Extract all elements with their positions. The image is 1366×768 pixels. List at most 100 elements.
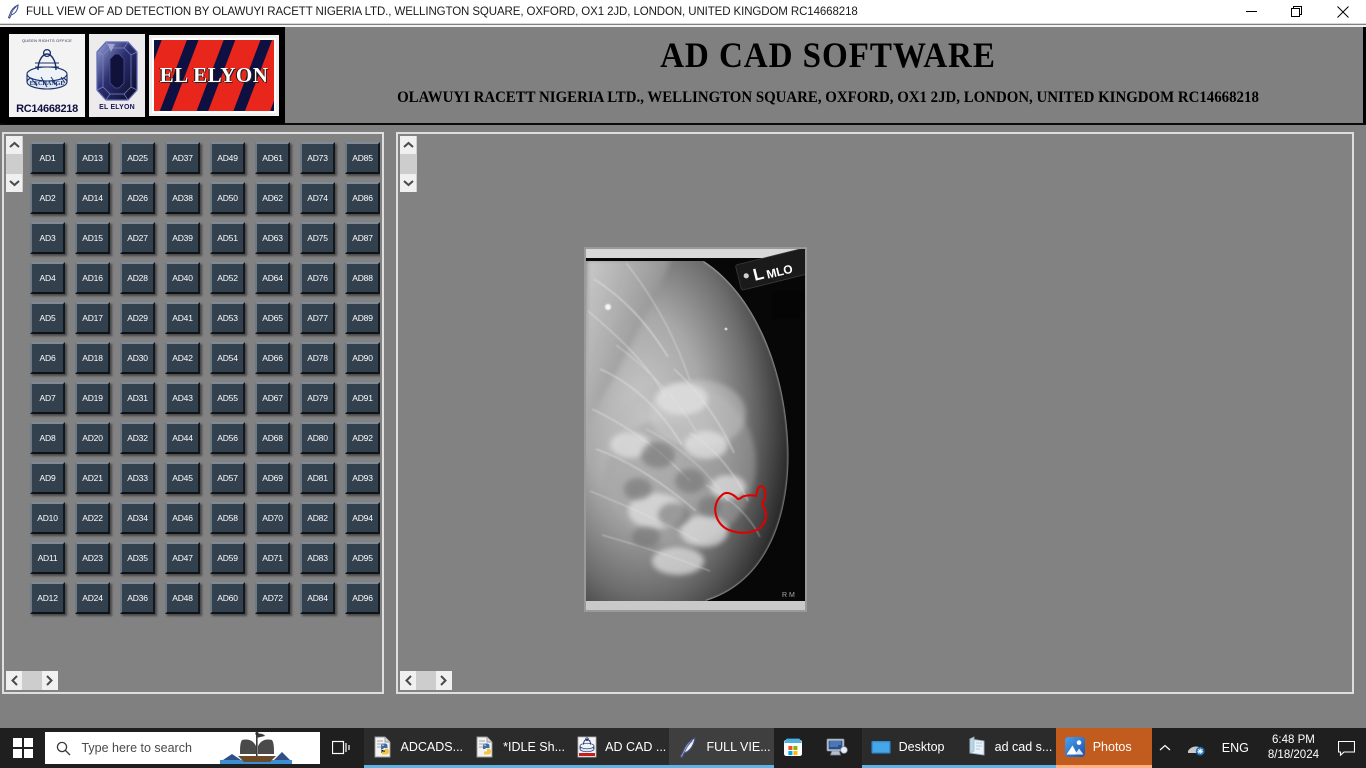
taskbar-app-ad-cad-s[interactable]: ad cad s... (957, 728, 1056, 768)
left-panel-horizontal-scrollbar[interactable] (6, 671, 58, 690)
ad-button-ad6[interactable]: AD6 (30, 342, 65, 374)
taskbar-app-adcads[interactable]: ADCADS... (363, 728, 467, 768)
ad-button-ad33[interactable]: AD33 (120, 462, 155, 494)
ad-button-ad9[interactable]: AD9 (30, 462, 65, 494)
ad-button-ad42[interactable]: AD42 (165, 342, 200, 374)
ad-button-ad37[interactable]: AD37 (165, 142, 200, 174)
ad-button-ad61[interactable]: AD61 (255, 142, 290, 174)
taskbar-clock[interactable]: 6:48 PM 8/18/2024 (1258, 728, 1329, 768)
ad-button-ad76[interactable]: AD76 (300, 262, 335, 294)
ad-button-ad74[interactable]: AD74 (300, 182, 335, 214)
ad-button-ad28[interactable]: AD28 (120, 262, 155, 294)
ad-button-ad12[interactable]: AD12 (30, 582, 65, 614)
ad-button-ad10[interactable]: AD10 (30, 502, 65, 534)
taskbar-app-desktop[interactable]: Desktop (861, 728, 958, 768)
ad-button-ad29[interactable]: AD29 (120, 302, 155, 334)
ad-button-ad93[interactable]: AD93 (345, 462, 380, 494)
chevron-right-icon[interactable] (42, 672, 58, 690)
ad-button-ad50[interactable]: AD50 (210, 182, 245, 214)
ad-button-ad20[interactable]: AD20 (75, 422, 110, 454)
ad-button-ad31[interactable]: AD31 (120, 382, 155, 414)
restore-button[interactable] (1274, 0, 1320, 24)
ad-button-ad57[interactable]: AD57 (210, 462, 245, 494)
chevron-up-icon[interactable] (6, 136, 23, 154)
ad-button-ad3[interactable]: AD3 (30, 222, 65, 254)
ad-button-ad22[interactable]: AD22 (75, 502, 110, 534)
ad-button-ad32[interactable]: AD32 (120, 422, 155, 454)
ad-button-ad66[interactable]: AD66 (255, 342, 290, 374)
ad-button-ad56[interactable]: AD56 (210, 422, 245, 454)
ad-button-ad51[interactable]: AD51 (210, 222, 245, 254)
chevron-down-icon[interactable] (400, 174, 417, 192)
minimize-button[interactable] (1228, 0, 1274, 24)
ad-button-ad48[interactable]: AD48 (165, 582, 200, 614)
taskbar-app-ad-cad[interactable]: AD CAD ... (568, 728, 670, 768)
task-view-icon[interactable] (320, 728, 364, 768)
ad-button-ad52[interactable]: AD52 (210, 262, 245, 294)
ad-button-ad47[interactable]: AD47 (165, 542, 200, 574)
ad-button-ad75[interactable]: AD75 (300, 222, 335, 254)
ad-button-ad80[interactable]: AD80 (300, 422, 335, 454)
ad-button-ad87[interactable]: AD87 (345, 222, 380, 254)
ad-button-ad40[interactable]: AD40 (165, 262, 200, 294)
ad-button-ad13[interactable]: AD13 (75, 142, 110, 174)
search-input[interactable]: Type here to search (45, 732, 320, 764)
language-indicator[interactable]: ENG (1215, 728, 1256, 768)
ad-button-ad62[interactable]: AD62 (255, 182, 290, 214)
ad-button-ad77[interactable]: AD77 (300, 302, 335, 334)
taskbar-app-full-view[interactable]: FULL VIE... (669, 728, 774, 768)
chevron-left-icon[interactable] (400, 672, 416, 690)
taskbar-app-microsoft-store[interactable] (774, 728, 818, 768)
ad-button-ad84[interactable]: AD84 (300, 582, 335, 614)
ad-button-ad17[interactable]: AD17 (75, 302, 110, 334)
ad-button-ad25[interactable]: AD25 (120, 142, 155, 174)
ad-button-ad38[interactable]: AD38 (165, 182, 200, 214)
ad-button-ad44[interactable]: AD44 (165, 422, 200, 454)
chevron-down-icon[interactable] (6, 174, 23, 192)
scroll-thumb[interactable] (22, 671, 42, 690)
ad-button-ad72[interactable]: AD72 (255, 582, 290, 614)
ad-button-ad92[interactable]: AD92 (345, 422, 380, 454)
ad-button-ad65[interactable]: AD65 (255, 302, 290, 334)
ad-button-ad16[interactable]: AD16 (75, 262, 110, 294)
taskbar-app-photos[interactable]: Photos (1055, 728, 1152, 768)
ad-button-ad90[interactable]: AD90 (345, 342, 380, 374)
ad-button-ad85[interactable]: AD85 (345, 142, 380, 174)
image-panel-vertical-scrollbar[interactable] (400, 136, 417, 192)
ad-button-ad81[interactable]: AD81 (300, 462, 335, 494)
ad-button-ad24[interactable]: AD24 (75, 582, 110, 614)
ad-button-ad11[interactable]: AD11 (30, 542, 65, 574)
ad-button-ad41[interactable]: AD41 (165, 302, 200, 334)
chevron-up-icon[interactable] (400, 136, 417, 154)
ad-button-ad36[interactable]: AD36 (120, 582, 155, 614)
ad-button-ad2[interactable]: AD2 (30, 182, 65, 214)
ad-button-ad34[interactable]: AD34 (120, 502, 155, 534)
ad-button-ad68[interactable]: AD68 (255, 422, 290, 454)
ad-button-ad30[interactable]: AD30 (120, 342, 155, 374)
ad-button-ad7[interactable]: AD7 (30, 382, 65, 414)
ad-button-ad88[interactable]: AD88 (345, 262, 380, 294)
ad-button-ad91[interactable]: AD91 (345, 382, 380, 414)
ad-button-ad15[interactable]: AD15 (75, 222, 110, 254)
ad-button-ad4[interactable]: AD4 (30, 262, 65, 294)
ad-button-ad21[interactable]: AD21 (75, 462, 110, 494)
ad-button-ad59[interactable]: AD59 (210, 542, 245, 574)
ad-button-ad73[interactable]: AD73 (300, 142, 335, 174)
taskbar-app-remote-desktop[interactable] (818, 728, 862, 768)
ad-button-ad64[interactable]: AD64 (255, 262, 290, 294)
close-button[interactable] (1320, 0, 1366, 24)
ad-button-ad71[interactable]: AD71 (255, 542, 290, 574)
ad-button-ad58[interactable]: AD58 (210, 502, 245, 534)
chevron-right-icon[interactable] (436, 672, 452, 690)
mammogram-image-container[interactable]: L MLO R M (584, 247, 807, 612)
ad-button-ad94[interactable]: AD94 (345, 502, 380, 534)
ad-button-ad79[interactable]: AD79 (300, 382, 335, 414)
ad-button-ad83[interactable]: AD83 (300, 542, 335, 574)
ad-button-ad96[interactable]: AD96 (345, 582, 380, 614)
left-panel-vertical-scrollbar[interactable] (6, 136, 23, 192)
ad-button-ad46[interactable]: AD46 (165, 502, 200, 534)
ad-button-ad5[interactable]: AD5 (30, 302, 65, 334)
chevron-left-icon[interactable] (6, 672, 22, 690)
ad-button-ad63[interactable]: AD63 (255, 222, 290, 254)
scroll-thumb[interactable] (416, 671, 436, 690)
